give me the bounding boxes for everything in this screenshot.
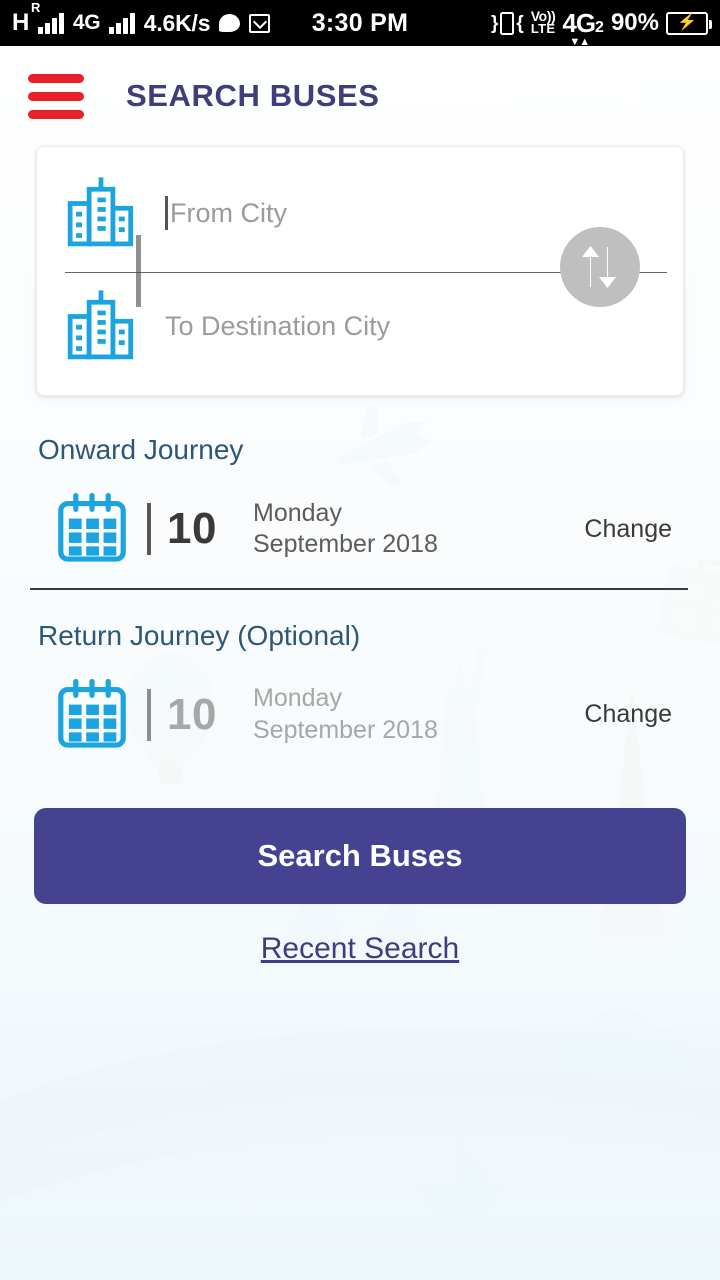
onward-date-row[interactable]: 10 Monday September 2018 Change [0,488,720,570]
return-month-year: September 2018 [253,715,438,744]
app-screen: HR 4G 4.6K/s 3:30 PM }{ Vo)) LTE 4G 2 ▼▲ … [0,0,720,1280]
data-speed-label: 4.6K/s [143,9,211,36]
volte-icon: Vo)) LTE [530,7,556,37]
search-buses-button[interactable]: Search Buses [34,807,686,904]
return-journey-section: Return Journey (Optional) 10 Monday Sept… [0,620,720,756]
roaming-indicator: R [30,0,41,15]
hamburger-bar [28,91,84,101]
onward-journey-heading: Onward Journey [38,434,244,465]
from-city-field[interactable]: From City [165,196,287,230]
signal-bars-sim1-icon [38,12,64,34]
app-bar: SEARCH BUSES [0,46,720,146]
onward-month-year: September 2018 [253,530,438,558]
calendar-icon [55,678,135,752]
city-buildings-icon [37,175,165,251]
section-divider [30,588,688,590]
status-bar-right: }{ Vo)) LTE 4G 2 ▼▲ 90% ⚡ [490,7,712,48]
hamburger-bar [28,73,84,83]
return-date-row[interactable]: 10 Monday September 2018 Change [0,674,720,756]
status-bar-left: HR 4G 4.6K/s [12,0,271,37]
onward-weekday: Monday [253,498,342,527]
onward-date-day: 10 [167,504,217,553]
network-type-label: 4G [72,11,101,34]
return-change-button[interactable]: Change [584,700,672,729]
chat-bubble-icon [219,14,241,32]
onward-journey-section: Onward Journey 10 Monday September 2018 … [0,434,720,570]
return-date-meta: Monday September 2018 [253,683,438,746]
route-search-card: From City To Destination City [36,146,684,396]
calendar-icon [55,492,135,566]
swap-vertical-arrows-icon [582,246,616,288]
onward-change-button[interactable]: Change [584,515,672,544]
battery-percent-label: 90% [610,9,659,36]
return-journey-heading: Return Journey (Optional) [38,619,361,651]
onward-date-meta: Monday September 2018 [253,498,438,561]
to-city-field[interactable]: To Destination City [165,311,390,342]
status-bar: HR 4G 4.6K/s 3:30 PM }{ Vo)) LTE 4G 2 ▼▲ … [0,0,720,48]
text-cursor [165,196,168,230]
to-city-placeholder: To Destination City [165,310,391,341]
signal-bars-sim2-icon [109,12,135,34]
city-buildings-icon [37,288,165,364]
return-date-day: 10 [167,689,217,739]
recent-search-link[interactable]: Recent Search [0,932,720,966]
swap-cities-button[interactable] [560,227,640,307]
recent-search-label: Recent Search [260,931,460,965]
hamburger-menu-icon[interactable] [28,70,84,123]
page-title: SEARCH BUSES [126,78,380,113]
date-separator [147,503,151,555]
sim2-network-icon: 4G 2 ▼▲ [562,7,604,48]
date-separator [147,688,151,741]
battery-charging-icon: ⚡ [666,11,712,35]
network-letter: HR [12,0,41,36]
return-weekday: Monday [253,684,342,713]
from-city-placeholder: From City [170,197,287,228]
mail-icon [249,13,271,33]
hamburger-bar [28,109,84,119]
vibrate-icon: }{ [490,11,524,35]
